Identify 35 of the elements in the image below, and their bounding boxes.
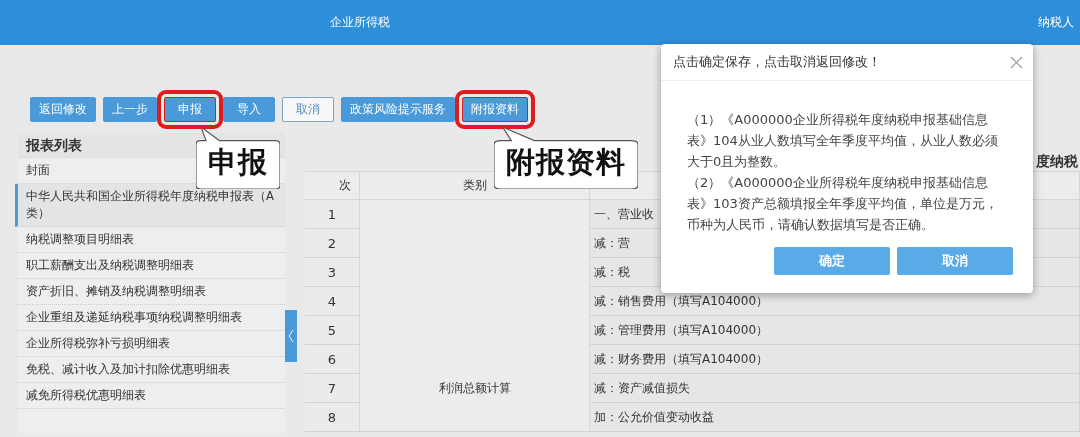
table-cell: 1 (305, 200, 360, 229)
table-cell: 减：资产减值损失 (590, 374, 1080, 403)
table-cell: 减：财务费用（填写A104000） (590, 345, 1080, 374)
toolbar-button[interactable]: 返回修改 (30, 97, 96, 122)
table-cell: 7 (305, 374, 360, 403)
callout-tooltip: 附报资料 (494, 127, 638, 189)
table-cell: 利润总额计算 (360, 200, 590, 432)
close-icon[interactable] (1010, 55, 1023, 69)
table-cell: 4 (305, 287, 360, 316)
dialog-button[interactable]: 取消 (897, 247, 1013, 275)
table-title: 度纳税 (1036, 153, 1079, 171)
dialog-message: （1）《A000000企业所得税年度纳税申报基础信息表》104从业人数填写全年季度平均值，从业人数必须大于0且为整数。 (687, 111, 999, 171)
header-title: 企业所得税 (330, 14, 390, 31)
sidebar-item[interactable]: 中华人民共和国企业所得税年度纳税申报表（A类） (15, 184, 285, 227)
sidebar-item[interactable]: 减免所得税优惠明细表 (15, 383, 285, 409)
toolbar-button[interactable]: 导入 (223, 97, 275, 122)
collapse-handle[interactable] (285, 310, 297, 362)
table-cell: 6 (305, 345, 360, 374)
toolbar-button[interactable]: 上一步 (103, 97, 157, 122)
dialog-title: 点击确定保存，点击取消返回修改！ (673, 53, 881, 71)
sidebar-item[interactable]: 纳税调整项目明细表 (15, 227, 285, 253)
sidebar-item[interactable]: 资产折旧、摊销及纳税调整明细表 (15, 279, 285, 305)
dialog-button[interactable]: 确定 (774, 247, 890, 275)
sidebar-item[interactable]: 职工薪酬支出及纳税调整明细表 (15, 253, 285, 279)
toolbar-button[interactable]: 政策风险提示服务 (341, 97, 455, 122)
toolbar-button[interactable]: 取消 (282, 97, 334, 122)
table-cell: 2 (305, 229, 360, 258)
sidebar-item[interactable]: 免税、减计收入及加计扣除优惠明细表 (15, 357, 285, 383)
header-link[interactable]: 纳税人 (1038, 14, 1074, 31)
table-cell: 加：公允价值变动收益 (590, 403, 1080, 432)
table-cell: 8 (305, 403, 360, 432)
table-cell: 5 (305, 316, 360, 345)
column-header: 次 (305, 172, 360, 200)
table-cell: 3 (305, 258, 360, 287)
table-cell: 减：管理费用（填写A104000） (590, 316, 1080, 345)
